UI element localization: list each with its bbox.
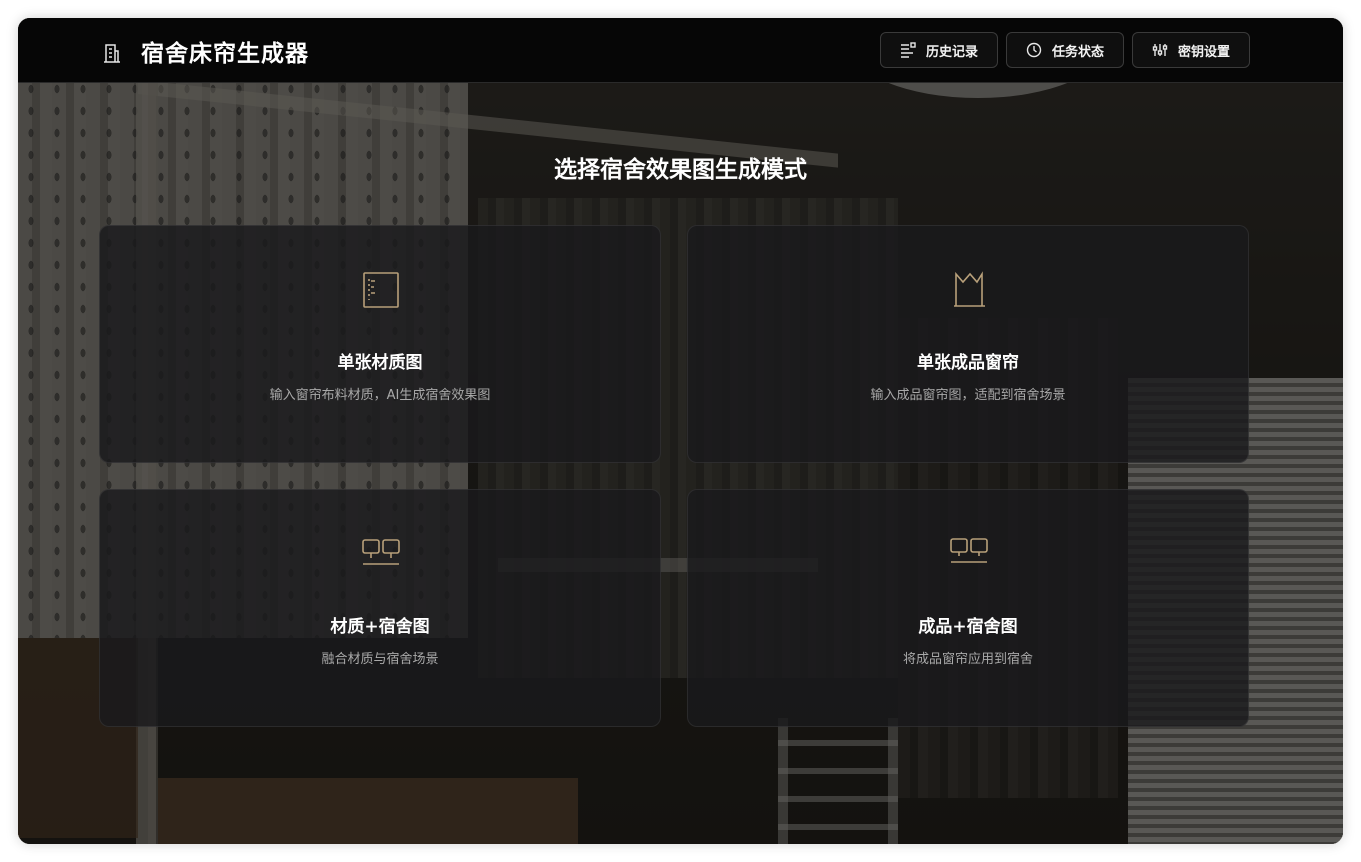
task-status-button[interactable]: 任务状态 (1006, 32, 1124, 68)
key-settings-button[interactable]: 密钥设置 (1132, 32, 1250, 68)
card-title: 材质+宿舍图 (330, 617, 430, 637)
combine-images-icon (362, 539, 400, 565)
list-icon (900, 42, 916, 58)
task-status-label: 任务状态 (1051, 44, 1104, 60)
card-title: 单张材质图 (337, 353, 423, 373)
mode-card-curtain-dorm[interactable]: 成品+宿舍图 将成品窗帘应用到宿舍 (687, 489, 1249, 727)
curtain-icon (954, 271, 985, 307)
mode-card-single-fabric[interactable]: 单张材质图 输入窗帘布料材质，AI生成宿舍效果图 (99, 225, 661, 463)
card-description: 将成品窗帘应用到宿舍 (902, 652, 1033, 667)
page-heading: 选择宿舍效果图生成模式 (554, 156, 807, 183)
card-title: 单张成品窗帘 (917, 353, 1019, 373)
card-title: 成品+宿舍图 (918, 617, 1018, 637)
history-label: 历史记录 (925, 44, 978, 60)
card-description: 输入成品窗帘图，适配到宿舍场景 (870, 388, 1066, 403)
building-icon (104, 44, 120, 63)
app-title: 宿舍床帘生成器 (141, 40, 309, 67)
combine-images-icon (950, 538, 988, 563)
mode-card-single-curtain[interactable]: 单张成品窗帘 输入成品窗帘图，适配到宿舍场景 (687, 225, 1249, 463)
history-button[interactable]: 历史记录 (880, 32, 998, 68)
fabric-swatch-icon (363, 272, 399, 308)
top-header: 宿舍床帘生成器 历史记录 任务状态 密钥设置 (18, 18, 1343, 83)
card-description: 输入窗帘布料材质，AI生成宿舍效果图 (269, 388, 491, 403)
key-settings-label: 密钥设置 (1177, 44, 1230, 60)
settings-icon (1152, 44, 1168, 56)
clock-icon (1026, 42, 1042, 58)
mode-card-fabric-dorm[interactable]: 材质+宿舍图 融合材质与宿舍场景 (99, 489, 661, 727)
card-description: 融合材质与宿舍场景 (321, 652, 439, 667)
app-window: 宿舍床帘生成器 历史记录 任务状态 密钥设置 选择宿舍效果图生成模式 单张材质图… (18, 18, 1343, 844)
